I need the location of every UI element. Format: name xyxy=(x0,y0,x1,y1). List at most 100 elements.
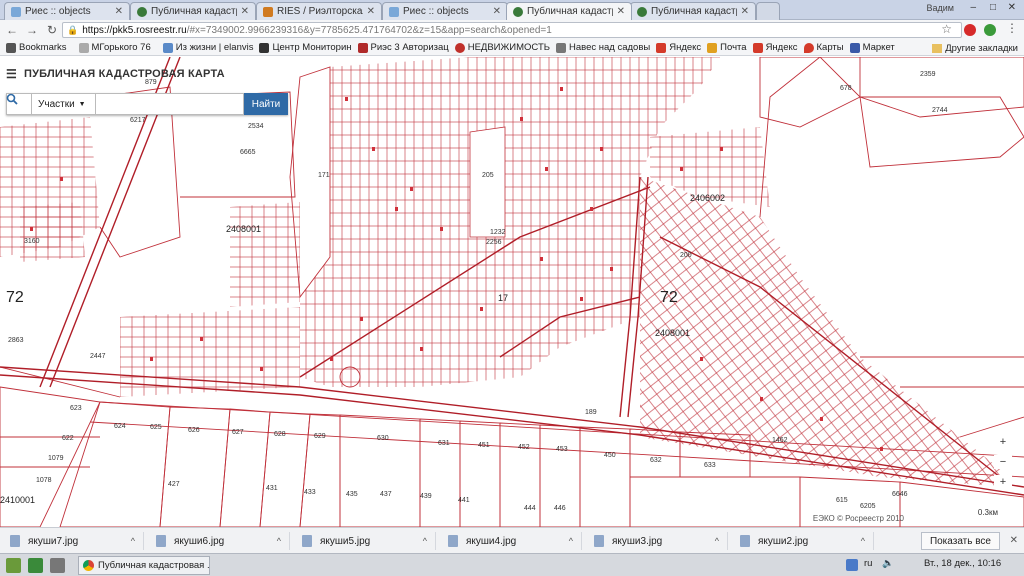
zoom-out-button[interactable]: − xyxy=(994,455,1012,469)
parcel-number[interactable]: 17 xyxy=(498,293,508,303)
forward-icon[interactable]: → xyxy=(24,23,40,37)
chevron-up-icon[interactable]: ^ xyxy=(277,536,281,546)
bookmark-item[interactable]: Почта xyxy=(707,42,747,53)
parcel-number[interactable]: 624 xyxy=(114,423,126,430)
quarter-number-left[interactable]: 72 xyxy=(6,289,24,307)
parcel-number[interactable]: 1078 xyxy=(36,477,52,484)
chevron-up-icon[interactable]: ^ xyxy=(423,536,427,546)
search-type-dropdown[interactable]: Участки ▼ xyxy=(32,93,96,115)
bookmark-item[interactable]: Яндекс xyxy=(656,42,701,53)
browser-tab[interactable]: Риес :: objects ✕ xyxy=(4,2,130,20)
bookmark-item[interactable]: Навес над садовы xyxy=(556,42,650,53)
parcel-number[interactable]: 2256 xyxy=(486,239,502,246)
parcel-number[interactable]: 2447 xyxy=(90,353,106,360)
other-bookmarks[interactable]: Другие закладки xyxy=(932,40,1018,56)
close-tab-icon[interactable]: ✕ xyxy=(241,6,249,17)
parcel-number[interactable]: 433 xyxy=(304,489,316,496)
clock[interactable]: Вт., 18 дек., 10:16 xyxy=(924,558,1001,569)
parcel-number[interactable]: 633 xyxy=(704,462,716,469)
parcel-number[interactable]: 626 xyxy=(188,427,200,434)
extension-icon[interactable] xyxy=(964,24,976,36)
back-icon[interactable]: ← xyxy=(4,23,20,37)
search-button[interactable]: Найти xyxy=(244,93,288,115)
zoom-extra-button[interactable]: + xyxy=(994,475,1012,489)
parcel-number[interactable]: 628 xyxy=(274,431,286,438)
bookmark-item[interactable]: МГорького 76 xyxy=(78,42,151,53)
file-manager-icon[interactable] xyxy=(50,558,65,573)
parcel-number[interactable]: 615 xyxy=(836,497,848,504)
close-tab-icon[interactable]: ✕ xyxy=(115,6,123,17)
show-desktop-icon[interactable] xyxy=(28,558,43,573)
download-item[interactable]: якуши5.jpg ^ xyxy=(296,532,436,550)
parcel-number[interactable]: 2744 xyxy=(932,107,948,114)
taskbar-browser-task[interactable]: Публичная кадастровая ... xyxy=(78,556,210,575)
zoom-in-button[interactable]: + xyxy=(994,435,1012,449)
browser-tab[interactable]: RIES / Риэлторская и ✕ xyxy=(256,2,382,20)
parcel-number[interactable]: 444 xyxy=(524,505,536,512)
network-icon[interactable] xyxy=(846,559,858,571)
download-item[interactable]: якуши3.jpg ^ xyxy=(588,532,728,550)
close-downloads-icon[interactable]: ✕ xyxy=(1010,535,1018,546)
parcel-number[interactable]: 678 xyxy=(840,85,852,92)
download-item[interactable]: якуши6.jpg ^ xyxy=(150,532,290,550)
browser-tab[interactable]: Публичная кадастро ✕ xyxy=(630,2,756,20)
browser-tab[interactable]: Публичная кадастро ✕ xyxy=(130,2,256,20)
parcel-number[interactable]: 441 xyxy=(458,497,470,504)
browser-tab[interactable]: Риес :: objects ✕ xyxy=(382,2,508,20)
parcel-number[interactable]: 1079 xyxy=(48,455,64,462)
parcel-number[interactable]: 3160 xyxy=(24,238,40,245)
cadastral-block-number[interactable]: 2410001 xyxy=(0,495,35,505)
keyboard-layout[interactable]: ru xyxy=(864,558,872,569)
bookmark-item[interactable]: Центр Мониторин xyxy=(259,42,352,53)
parcel-number[interactable]: 451 xyxy=(478,442,490,449)
search-input[interactable] xyxy=(96,93,244,115)
cadastral-block-number[interactable]: 2408001 xyxy=(655,328,690,338)
parcel-number[interactable]: 437 xyxy=(380,491,392,498)
parcel-number[interactable]: 1462 xyxy=(772,437,788,444)
parcel-number[interactable]: 2359 xyxy=(920,71,936,78)
volume-icon[interactable]: 🔈 xyxy=(882,558,894,569)
parcel-number[interactable]: 2863 xyxy=(8,337,24,344)
profile-name[interactable]: Вадим xyxy=(927,3,954,13)
parcel-number[interactable]: 200 xyxy=(680,252,692,259)
extension-icon[interactable] xyxy=(984,24,996,36)
bookmark-item[interactable]: Из жизни | elanvis xyxy=(162,42,253,53)
chevron-up-icon[interactable]: ^ xyxy=(861,536,865,546)
parcel-number[interactable]: 439 xyxy=(420,493,432,500)
cadastral-block-number[interactable]: 2406002 xyxy=(690,193,725,203)
parcel-number[interactable]: 435 xyxy=(346,491,358,498)
browser-menu-icon[interactable]: ⋮ xyxy=(1006,21,1018,35)
chevron-up-icon[interactable]: ^ xyxy=(131,536,135,546)
download-item[interactable]: якуши7.jpg ^ xyxy=(4,532,144,550)
close-window-icon[interactable]: ✕ xyxy=(1008,2,1016,13)
download-item[interactable]: якуши2.jpg ^ xyxy=(734,532,874,550)
cadastral-block-number[interactable]: 2408001 xyxy=(226,224,261,234)
bookmark-item[interactable]: НЕДВИЖИМОСТЬ xyxy=(454,42,550,53)
cadastral-map[interactable]: 879 6217 2534 6665 171 205 2408001 24060… xyxy=(0,57,1024,527)
parcel-number[interactable]: 431 xyxy=(266,485,278,492)
bookmark-item[interactable]: Карты xyxy=(803,42,844,53)
browser-tab-active[interactable]: Публичная кадастро ✕ xyxy=(506,2,632,20)
parcel-number[interactable]: 630 xyxy=(377,435,389,442)
search-icon[interactable] xyxy=(6,93,32,115)
chevron-up-icon[interactable]: ^ xyxy=(715,536,719,546)
parcel-number[interactable]: 453 xyxy=(556,446,568,453)
parcel-number[interactable]: 189 xyxy=(585,409,597,416)
close-tab-icon[interactable]: ✕ xyxy=(493,6,501,17)
minimize-icon[interactable]: – xyxy=(970,2,976,13)
close-tab-icon[interactable]: ✕ xyxy=(741,6,749,17)
bookmark-item[interactable]: Маркет xyxy=(849,42,895,53)
bookmark-item[interactable]: Bookmarks xyxy=(6,42,67,53)
parcel-number[interactable]: 2534 xyxy=(248,123,264,130)
parcel-number[interactable]: 627 xyxy=(232,429,244,436)
quarter-number-center[interactable]: 72 xyxy=(660,289,678,307)
parcel-number[interactable]: 6205 xyxy=(860,503,876,510)
menu-icon[interactable]: ☰ xyxy=(6,67,18,81)
close-tab-icon[interactable]: ✕ xyxy=(617,6,625,17)
parcel-number[interactable]: 452 xyxy=(518,444,530,451)
maximize-icon[interactable]: □ xyxy=(990,2,996,13)
parcel-number[interactable]: 632 xyxy=(650,457,662,464)
parcel-number[interactable]: 6646 xyxy=(892,491,908,498)
new-tab-button[interactable] xyxy=(756,2,780,20)
parcel-number[interactable]: 427 xyxy=(168,481,180,488)
